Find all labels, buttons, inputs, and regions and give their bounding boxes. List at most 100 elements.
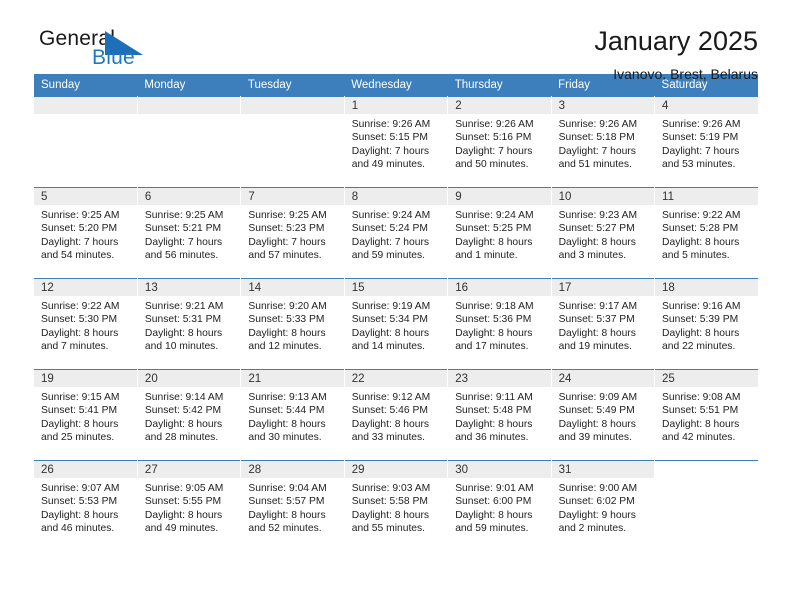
day-sun-info: Sunrise: 9:03 AM Sunset: 5:58 PM Daylight:… <box>345 478 447 535</box>
day-number: 7 <box>241 188 344 205</box>
day-number: 14 <box>241 279 344 296</box>
calendar-day-cell[interactable]: 9 Sunrise: 9:24 AM Sunset: 5:25 PM Daylight… <box>447 187 552 279</box>
daylight-hours: Daylight: 8 hours <box>455 509 533 521</box>
sunrise-time: Sunrise: 9:11 AM <box>455 392 533 403</box>
calendar-day-cell[interactable]: 5 Sunrise: 9:25 AM Sunset: 5:20 PM Daylight… <box>34 187 138 279</box>
sunset-time: Sunset: 5:19 PM <box>662 132 739 144</box>
sunset-time: Sunset: 6:00 PM <box>455 496 532 508</box>
calendar-day-cell[interactable]: 3 Sunrise: 9:26 AM Sunset: 5:18 PM Daylight… <box>551 96 656 188</box>
daylight-minutes: and 22 minutes. <box>662 340 736 352</box>
daylight-hours: Daylight: 8 hours <box>351 418 430 430</box>
daylight-minutes: and 50 minutes. <box>455 158 529 170</box>
sunset-time: Sunset: 6:02 PM <box>558 496 635 508</box>
calendar-week-row: 1 Sunrise: 9:26 AM Sunset: 5:15 PM Daylight… <box>34 96 758 188</box>
calendar-day-cell[interactable]: 28 Sunrise: 9:04 AM Sunset: 5:57 PM Dayligh… <box>240 460 345 551</box>
calendar-day-cell[interactable]: 17 Sunrise: 9:17 AM Sunset: 5:37 PM Dayligh… <box>551 278 656 370</box>
sunset-time: Sunset: 5:21 PM <box>144 223 222 235</box>
calendar-day-cell[interactable]: 2 Sunrise: 9:26 AM Sunset: 5:16 PM Daylight… <box>447 96 552 188</box>
title-block: January 2025 Ivanovo, Brest, Belarus <box>594 26 758 84</box>
calendar-day-cell[interactable]: 26 Sunrise: 9:07 AM Sunset: 5:53 PM Dayligh… <box>34 460 138 551</box>
sunset-time: Sunset: 5:39 PM <box>662 314 739 326</box>
calendar-day-cell[interactable]: 30 Sunrise: 9:01 AM Sunset: 6:00 PM Dayligh… <box>447 460 552 551</box>
calendar-day-cell[interactable]: 22 Sunrise: 9:12 AM Sunset: 5:46 PM Dayligh… <box>344 369 449 461</box>
day-sun-info: Sunrise: 9:26 AM Sunset: 5:18 PM Daylight:… <box>552 114 654 171</box>
calendar-day-cell[interactable]: 25 Sunrise: 9:08 AM Sunset: 5:51 PM Dayligh… <box>654 369 758 461</box>
daylight-hours: Daylight: 8 hours <box>558 236 636 248</box>
sunset-time: Sunset: 5:33 PM <box>248 314 325 326</box>
calendar-day-cell[interactable]: 15 Sunrise: 9:19 AM Sunset: 5:34 PM Dayligh… <box>344 278 449 370</box>
daylight-minutes: and 53 minutes. <box>662 158 736 170</box>
day-sun-info: Sunrise: 9:25 AM Sunset: 5:20 PM Daylight:… <box>34 205 137 262</box>
calendar-day-cell[interactable]: 10 Sunrise: 9:23 AM Sunset: 5:27 PM Dayligh… <box>551 187 656 279</box>
daylight-minutes: and 5 minutes. <box>662 249 730 261</box>
calendar-day-cell[interactable]: 14 Sunrise: 9:20 AM Sunset: 5:33 PM Dayligh… <box>240 278 345 370</box>
daylight-minutes: and 46 minutes. <box>41 522 115 534</box>
calendar-day-cell[interactable]: 13 Sunrise: 9:21 AM Sunset: 5:31 PM Dayligh… <box>137 278 242 370</box>
calendar-day-cell[interactable]: 31 Sunrise: 9:00 AM Sunset: 6:02 PM Dayligh… <box>551 460 656 551</box>
daylight-hours: Daylight: 8 hours <box>662 418 740 430</box>
day-sun-info: Sunrise: 9:25 AM Sunset: 5:23 PM Daylight:… <box>241 205 343 262</box>
calendar-week-row: 26 Sunrise: 9:07 AM Sunset: 5:53 PM Dayligh… <box>34 460 758 551</box>
day-number: 18 <box>655 279 758 296</box>
day-number: 4 <box>655 97 758 114</box>
brand-word-blue: Blue <box>92 46 135 69</box>
day-number: 3 <box>551 97 655 114</box>
calendar-day-cell[interactable]: 6 Sunrise: 9:25 AM Sunset: 5:21 PM Daylight… <box>137 187 242 279</box>
calendar-day-cell[interactable]: 24 Sunrise: 9:09 AM Sunset: 5:49 PM Dayligh… <box>551 369 656 461</box>
sunset-time: Sunset: 5:57 PM <box>248 496 325 508</box>
weekday-header-thursday: Thursday <box>447 74 552 97</box>
daylight-hours: Daylight: 8 hours <box>144 327 223 339</box>
calendar-day-cell[interactable]: 1 Sunrise: 9:26 AM Sunset: 5:15 PM Daylight… <box>344 96 449 188</box>
daylight-hours: Daylight: 8 hours <box>351 509 430 521</box>
sunrise-time: Sunrise: 9:23 AM <box>558 210 638 221</box>
daylight-hours: Daylight: 8 hours <box>455 327 533 339</box>
day-number: 16 <box>448 279 551 296</box>
calendar-day-cell[interactable]: 29 Sunrise: 9:03 AM Sunset: 5:58 PM Dayligh… <box>344 460 449 551</box>
day-number: 21 <box>241 370 344 387</box>
daylight-minutes: and 51 minutes. <box>558 158 632 170</box>
daylight-hours: Daylight: 8 hours <box>455 418 533 430</box>
sunrise-time: Sunrise: 9:00 AM <box>558 483 638 494</box>
calendar-day-cell[interactable]: 8 Sunrise: 9:24 AM Sunset: 5:24 PM Daylight… <box>344 187 449 279</box>
day-sun-info: Sunrise: 9:24 AM Sunset: 5:25 PM Daylight:… <box>448 205 550 262</box>
daylight-minutes: and 36 minutes. <box>455 431 529 443</box>
day-sun-info: Sunrise: 9:07 AM Sunset: 5:53 PM Daylight:… <box>34 478 137 535</box>
calendar-week-row: 12 Sunrise: 9:22 AM Sunset: 5:30 PM Dayligh… <box>34 278 758 370</box>
calendar-day-cell[interactable]: 11 Sunrise: 9:22 AM Sunset: 5:28 PM Dayligh… <box>654 187 758 279</box>
sunset-time: Sunset: 5:51 PM <box>662 405 739 417</box>
daylight-hours: Daylight: 8 hours <box>41 327 119 339</box>
daylight-hours: Daylight: 8 hours <box>41 509 119 521</box>
day-number: 11 <box>655 188 758 205</box>
sunrise-time: Sunrise: 9:14 AM <box>144 392 224 403</box>
day-number <box>655 461 758 478</box>
brand-logo[interactable]: General Blue <box>34 26 184 76</box>
sunset-time: Sunset: 5:15 PM <box>351 132 428 144</box>
daylight-hours: Daylight: 8 hours <box>351 327 430 339</box>
daylight-hours: Daylight: 7 hours <box>144 236 223 248</box>
daylight-hours: Daylight: 8 hours <box>558 418 636 430</box>
daylight-minutes: and 33 minutes. <box>351 431 426 443</box>
day-sun-info: Sunrise: 9:26 AM Sunset: 5:16 PM Daylight:… <box>448 114 550 171</box>
sunset-time: Sunset: 5:27 PM <box>558 223 635 235</box>
calendar-day-cell[interactable]: 19 Sunrise: 9:15 AM Sunset: 5:41 PM Dayligh… <box>34 369 138 461</box>
calendar-day-cell[interactable]: 20 Sunrise: 9:14 AM Sunset: 5:42 PM Dayligh… <box>137 369 242 461</box>
calendar-day-cell[interactable]: 12 Sunrise: 9:22 AM Sunset: 5:30 PM Dayligh… <box>34 278 138 370</box>
daylight-minutes: and 3 minutes. <box>558 249 627 261</box>
calendar-day-cell[interactable]: 18 Sunrise: 9:16 AM Sunset: 5:39 PM Dayligh… <box>654 278 758 370</box>
calendar-day-cell[interactable]: 4 Sunrise: 9:26 AM Sunset: 5:19 PM Daylight… <box>654 96 758 188</box>
calendar-day-cell[interactable]: 16 Sunrise: 9:18 AM Sunset: 5:36 PM Dayligh… <box>447 278 552 370</box>
calendar-day-cell[interactable]: 23 Sunrise: 9:11 AM Sunset: 5:48 PM Dayligh… <box>447 369 552 461</box>
day-sun-info: Sunrise: 9:23 AM Sunset: 5:27 PM Daylight:… <box>552 205 654 262</box>
calendar-day-cell[interactable]: 21 Sunrise: 9:13 AM Sunset: 5:44 PM Dayligh… <box>240 369 345 461</box>
sunset-time: Sunset: 5:49 PM <box>558 405 635 417</box>
day-number: 23 <box>448 370 551 387</box>
day-sun-info: Sunrise: 9:22 AM Sunset: 5:28 PM Daylight:… <box>655 205 758 262</box>
calendar-day-cell[interactable]: 27 Sunrise: 9:05 AM Sunset: 5:55 PM Dayligh… <box>137 460 242 551</box>
page-header: General Blue January 2025 Ivanovo, Brest… <box>34 0 758 82</box>
day-number <box>34 97 137 114</box>
daylight-minutes: and 17 minutes. <box>455 340 529 352</box>
day-number: 12 <box>34 279 137 296</box>
calendar-day-cell[interactable]: 7 Sunrise: 9:25 AM Sunset: 5:23 PM Daylight… <box>240 187 345 279</box>
sunrise-time: Sunrise: 9:22 AM <box>662 210 741 221</box>
day-sun-info: Sunrise: 9:01 AM Sunset: 6:00 PM Daylight:… <box>448 478 550 535</box>
